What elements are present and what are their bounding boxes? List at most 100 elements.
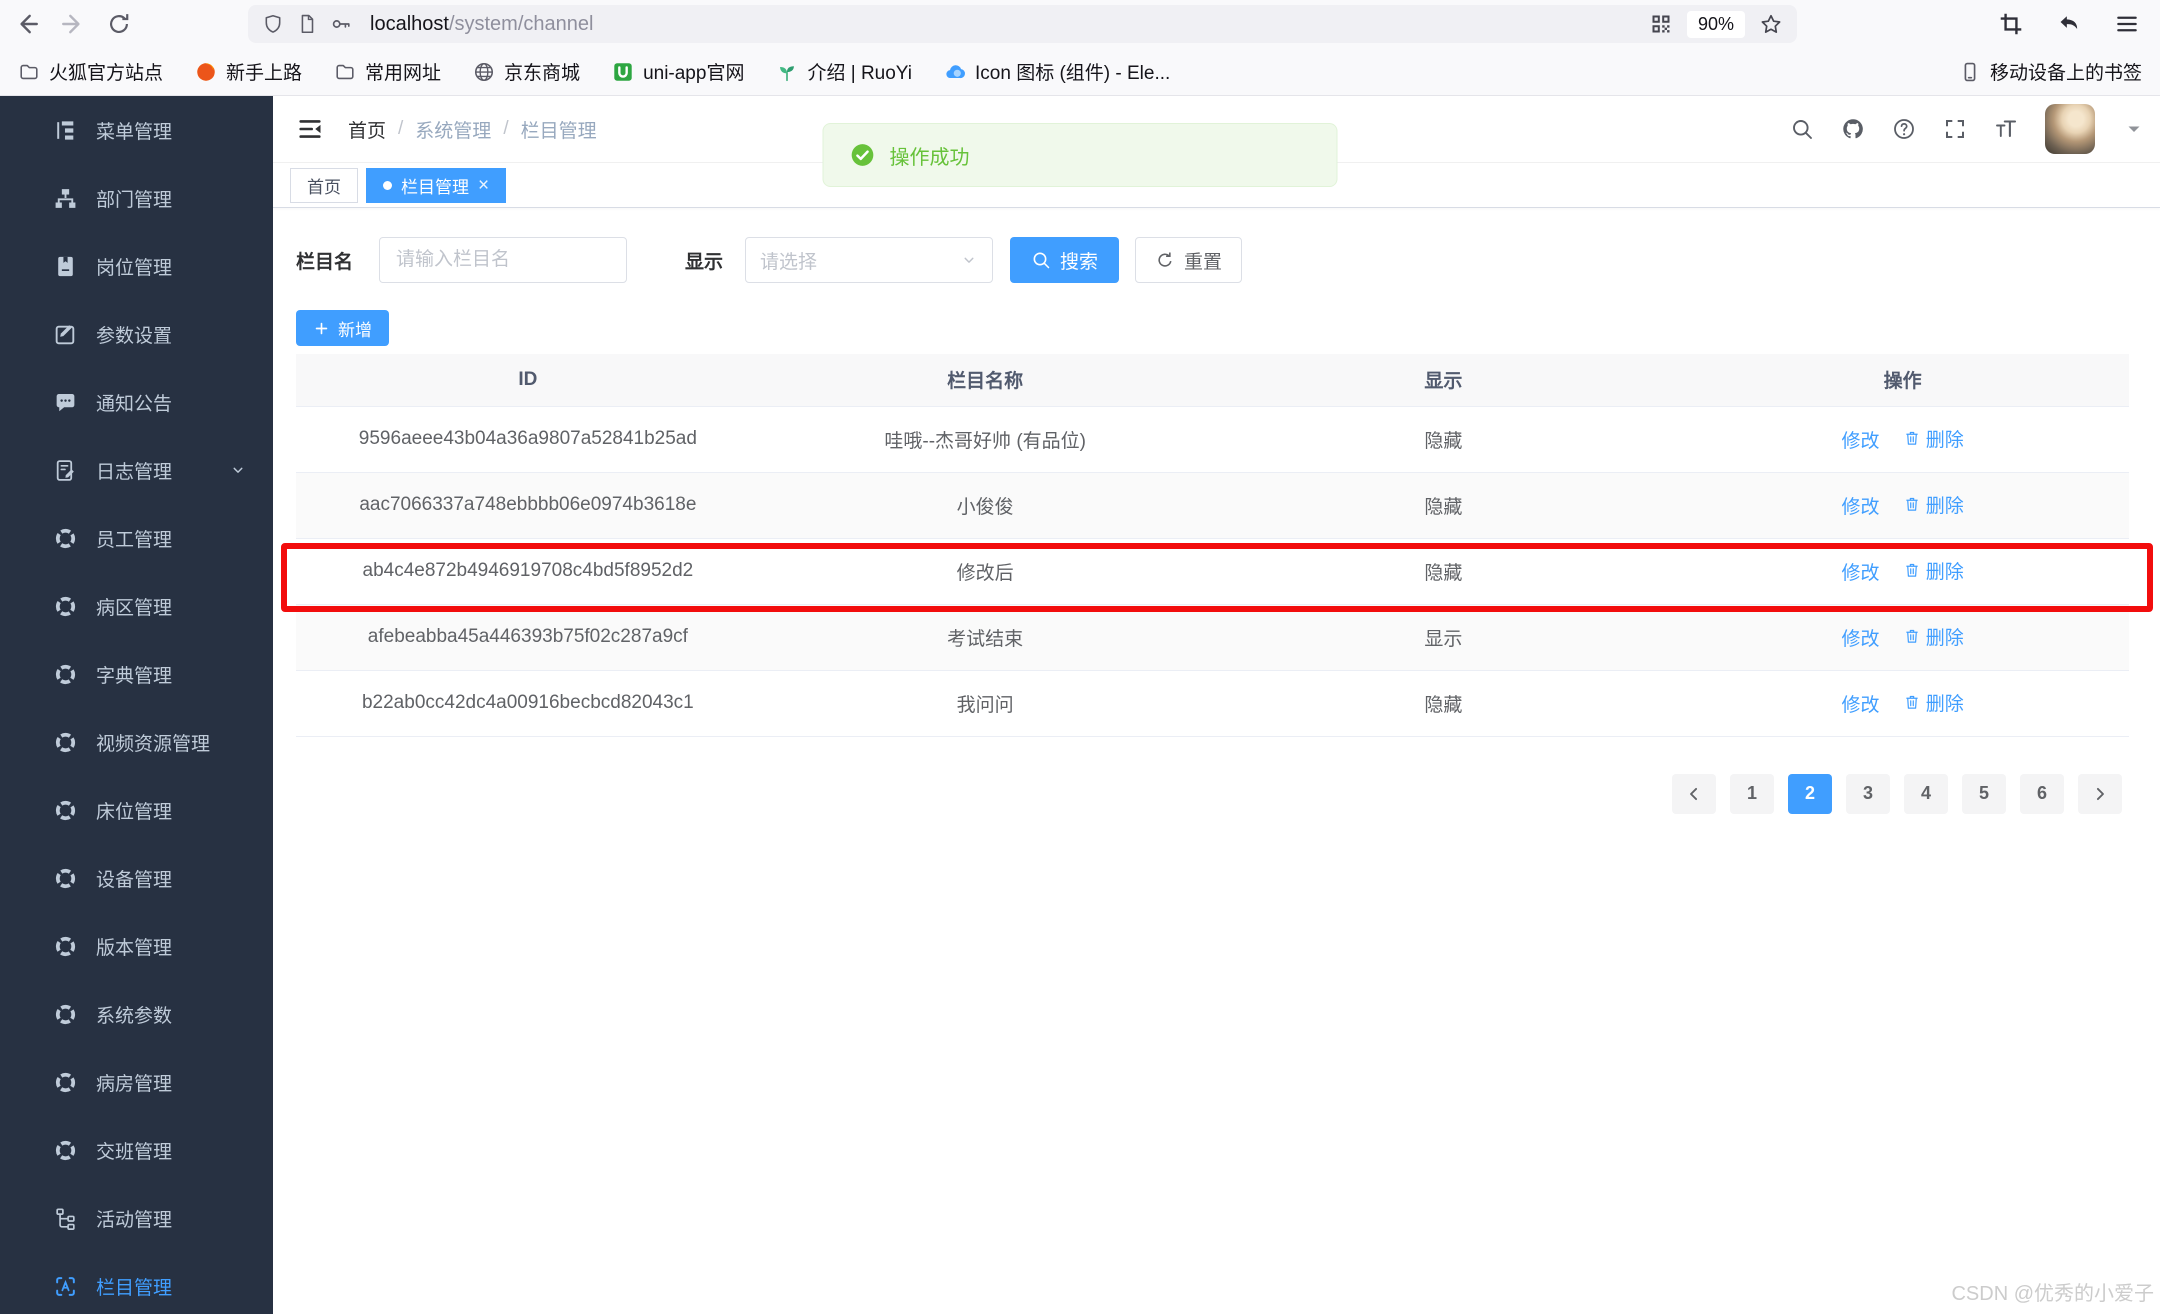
mobile-bookmarks[interactable]: 移动设备上的书签 xyxy=(1959,58,2142,85)
fullscreen-icon[interactable] xyxy=(1943,117,1967,141)
edit-link[interactable]: 修改 xyxy=(1841,492,1879,519)
add-button-label: 新增 xyxy=(338,316,372,341)
trash-icon xyxy=(1903,429,1921,447)
sidebar-item-channel[interactable]: 栏目管理 xyxy=(0,1252,273,1314)
delete-link[interactable]: 删除 xyxy=(1903,557,1964,584)
key-icon[interactable] xyxy=(330,13,352,35)
reset-button[interactable]: 重置 xyxy=(1135,237,1242,283)
reload-icon[interactable] xyxy=(106,11,132,37)
sidebar-item-room[interactable]: 病房管理 xyxy=(0,1048,273,1116)
tab-home[interactable]: 首页 xyxy=(290,168,358,203)
page-button-3[interactable]: 3 xyxy=(1846,774,1890,814)
sidebar-fold-icon[interactable] xyxy=(296,115,324,143)
prev-page-button[interactable] xyxy=(1672,774,1716,814)
sidebar-item-sysparam[interactable]: 系统参数 xyxy=(0,980,273,1048)
delete-link[interactable]: 删除 xyxy=(1903,491,1964,518)
bookmarks-bar: 火狐官方站点 新手上路 常用网址 京东商城 uni-app官网 介绍 | Ruo… xyxy=(0,48,2160,96)
edit-link[interactable]: 修改 xyxy=(1841,558,1879,585)
delete-link[interactable]: 删除 xyxy=(1903,425,1964,452)
log-icon xyxy=(53,458,78,483)
sidebar-item-device[interactable]: 设备管理 xyxy=(0,844,273,912)
search-button[interactable]: 搜索 xyxy=(1010,237,1119,283)
bookmark-element-icon[interactable]: Icon 图标 (组件) - Ele... xyxy=(944,58,1170,85)
sidebar-item-config[interactable]: 参数设置 xyxy=(0,300,273,368)
cell-show: 隐藏 xyxy=(1211,670,1677,736)
sidebar-item-shift[interactable]: 交班管理 xyxy=(0,1116,273,1184)
guide-icon xyxy=(53,934,78,959)
back-icon[interactable] xyxy=(14,11,40,37)
delete-link[interactable]: 删除 xyxy=(1903,689,1964,716)
bookmark-common-sites[interactable]: 常用网址 xyxy=(334,58,441,85)
edit-link[interactable]: 修改 xyxy=(1841,624,1879,651)
sidebar-item-log[interactable]: 日志管理 xyxy=(0,436,273,504)
menu-tree-icon xyxy=(53,118,78,143)
undo-icon[interactable] xyxy=(2056,11,2082,37)
sidebar-item-bed[interactable]: 床位管理 xyxy=(0,776,273,844)
add-button[interactable]: 新增 xyxy=(296,310,389,346)
breadcrumb-home[interactable]: 首页 xyxy=(348,116,386,143)
breadcrumb: 首页 / 系统管理 / 栏目管理 xyxy=(348,116,597,143)
shield-icon[interactable] xyxy=(262,13,284,35)
sidebar-item-activity[interactable]: 活动管理 xyxy=(0,1184,273,1252)
sidebar-item-post[interactable]: 岗位管理 xyxy=(0,232,273,300)
show-select-placeholder: 请选择 xyxy=(760,247,817,274)
url-bar[interactable]: localhost/system/channel 90% xyxy=(248,5,1797,43)
edit-icon xyxy=(53,322,78,347)
font-size-icon[interactable] xyxy=(1994,117,2018,141)
channel-name-input[interactable] xyxy=(379,237,627,283)
tab-close-icon[interactable]: × xyxy=(478,176,489,195)
page-icon[interactable] xyxy=(296,13,318,35)
github-icon[interactable] xyxy=(1841,117,1865,141)
delete-link[interactable]: 删除 xyxy=(1903,623,1964,650)
forward-icon[interactable] xyxy=(60,11,86,37)
bookmark-star-icon[interactable] xyxy=(1759,12,1783,36)
cell-id: aac7066337a748ebbbb06e0974b3618e xyxy=(296,472,760,538)
table-header-row: ID 栏目名称 显示 操作 xyxy=(296,354,2129,406)
bookmark-ruoyi[interactable]: 介绍 | RuoYi xyxy=(776,58,912,85)
sidebar-item-video[interactable]: 视频资源管理 xyxy=(0,708,273,776)
column-show: 显示 xyxy=(1211,354,1677,406)
show-select[interactable]: 请选择 xyxy=(745,237,993,283)
screenshot-icon[interactable] xyxy=(1998,11,2024,37)
edit-link[interactable]: 修改 xyxy=(1841,426,1879,453)
page-button-4[interactable]: 4 xyxy=(1904,774,1948,814)
guide-icon xyxy=(53,1138,78,1163)
trash-icon xyxy=(1903,693,1921,711)
sidebar-item-menu[interactable]: 菜单管理 xyxy=(0,96,273,164)
page-button-2[interactable]: 2 xyxy=(1788,774,1832,814)
sidebar-item-notice[interactable]: 通知公告 xyxy=(0,368,273,436)
show-label: 显示 xyxy=(685,247,723,274)
search-icon[interactable] xyxy=(1790,117,1814,141)
sidebar: 菜单管理 部门管理 岗位管理 参数设置 通知公告 日志管理 员工管理 病区管理 … xyxy=(0,96,273,1314)
bookmark-jd[interactable]: 京东商城 xyxy=(473,58,580,85)
chevron-down-icon xyxy=(229,461,247,479)
refresh-icon xyxy=(1155,250,1175,270)
sidebar-item-staff[interactable]: 员工管理 xyxy=(0,504,273,572)
sidebar-item-dict[interactable]: 字典管理 xyxy=(0,640,273,708)
qr-code-icon[interactable] xyxy=(1649,12,1673,36)
help-icon[interactable] xyxy=(1892,117,1916,141)
sidebar-item-dept[interactable]: 部门管理 xyxy=(0,164,273,232)
sidebar-item-ward[interactable]: 病区管理 xyxy=(0,572,273,640)
trash-icon xyxy=(1903,561,1921,579)
page-content: 栏目名 显示 请选择 搜索 重置 新增 xyxy=(273,208,2160,814)
caret-down-icon[interactable] xyxy=(2122,117,2146,141)
column-id: ID xyxy=(296,354,760,406)
browser-zoom-level[interactable]: 90% xyxy=(1687,11,1745,38)
page-button-1[interactable]: 1 xyxy=(1730,774,1774,814)
tab-channel[interactable]: 栏目管理 × xyxy=(366,168,506,203)
guide-icon xyxy=(53,798,78,823)
bookmark-uniapp[interactable]: uni-app官网 xyxy=(612,58,744,85)
page-button-6[interactable]: 6 xyxy=(2020,774,2064,814)
browser-menu-icon[interactable] xyxy=(2114,11,2140,37)
bookmark-firefox-site[interactable]: 火狐官方站点 xyxy=(18,58,163,85)
page-list: 123456 xyxy=(1730,774,2064,814)
bookmark-getting-started[interactable]: 新手上路 xyxy=(195,58,302,85)
next-page-button[interactable] xyxy=(2078,774,2122,814)
sidebar-item-version[interactable]: 版本管理 xyxy=(0,912,273,980)
bookmarks-list: 火狐官方站点 新手上路 常用网址 京东商城 uni-app官网 介绍 | Ruo… xyxy=(18,58,1202,85)
cell-name: 考试结束 xyxy=(760,604,1211,670)
edit-link[interactable]: 修改 xyxy=(1841,690,1879,717)
page-button-5[interactable]: 5 xyxy=(1962,774,2006,814)
avatar[interactable] xyxy=(2045,104,2095,154)
